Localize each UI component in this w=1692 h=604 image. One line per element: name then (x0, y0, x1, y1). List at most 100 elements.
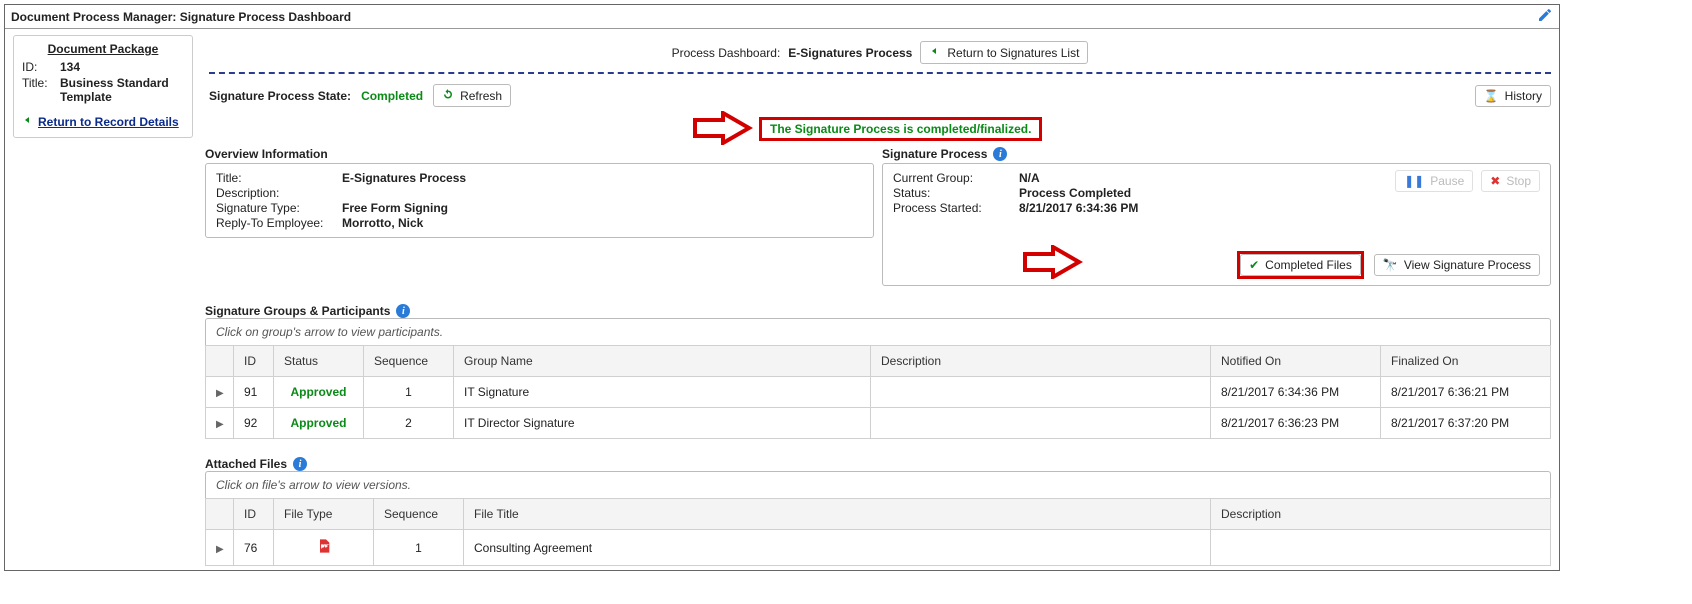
completed-files-button[interactable]: ✔ Completed Files (1240, 254, 1361, 276)
id-label: ID: (22, 60, 56, 74)
back-arrow-icon (22, 114, 34, 129)
pause-label: Pause (1430, 174, 1464, 188)
th-desc: Description (1211, 499, 1551, 530)
files-table: ID File Type Sequence File Title Descrip… (205, 498, 1551, 566)
state-value: Completed (361, 89, 423, 103)
attached-files-section: Attached Files i Click on file's arrow t… (5, 449, 1559, 570)
ov-title: E-Signatures Process (342, 171, 466, 185)
page-title: Document Process Manager: Signature Proc… (11, 10, 351, 24)
annotation-highlight: ✔ Completed Files (1237, 251, 1364, 279)
edit-icon[interactable] (1537, 7, 1553, 26)
expand-toggle[interactable]: ▶ (206, 408, 234, 439)
files-hint: Click on file's arrow to view versions. (205, 471, 1551, 498)
started-label: Process Started: (893, 201, 1013, 215)
signature-process-panel: Signature Process i ❚❚ Pause ✖ Stop Curr… (882, 147, 1551, 286)
pause-icon: ❚❚ (1404, 174, 1424, 188)
overview-heading: Overview Information (205, 147, 874, 161)
ov-sigtype: Free Form Signing (342, 201, 448, 215)
sigproc-heading: Signature Process (882, 147, 987, 161)
chevron-right-icon: ▶ (216, 544, 224, 555)
expand-toggle[interactable]: ▶ (206, 377, 234, 408)
refresh-button[interactable]: Refresh (433, 84, 511, 107)
stop-button[interactable]: ✖ Stop (1481, 170, 1540, 192)
th-seq: Sequence (364, 346, 454, 377)
completed-files-label: Completed Files (1265, 258, 1352, 272)
binoculars-icon: 🔭 (1383, 258, 1398, 272)
info-icon[interactable]: i (396, 304, 410, 318)
th-title: File Title (464, 499, 1211, 530)
cell-filetype (274, 530, 374, 566)
chevron-right-icon: ▶ (216, 388, 224, 399)
refresh-label: Refresh (460, 89, 502, 103)
groups-hint: Click on group's arrow to view participa… (205, 318, 1551, 345)
cell-status: Approved (290, 385, 346, 399)
info-icon[interactable]: i (993, 147, 1007, 161)
dashboard-header: Process Dashboard: E-Signatures Process … (209, 35, 1551, 68)
cell-title: Consulting Agreement (464, 530, 1211, 566)
view-signature-process-label: View Signature Process (1404, 258, 1531, 272)
th-status: Status (274, 346, 364, 377)
cell-notified: 8/21/2017 6:36:23 PM (1211, 408, 1381, 439)
cell-desc (871, 377, 1211, 408)
divider (209, 72, 1551, 74)
overview-panel: Overview Information Title: E-Signatures … (205, 147, 874, 286)
refresh-icon (442, 88, 454, 103)
return-signatures-list-label: Return to Signatures List (947, 46, 1079, 60)
process-name: E-Signatures Process (788, 46, 912, 60)
document-package-panel: Document Package ID:134 Title:Business S… (13, 35, 193, 138)
expand-toggle[interactable]: ▶ (206, 530, 234, 566)
cell-id: 91 (234, 377, 274, 408)
ov-reply-label: Reply-To Employee: (216, 216, 336, 230)
return-signatures-list-button[interactable]: Return to Signatures List (920, 41, 1088, 64)
th-id: ID (234, 499, 274, 530)
status-value: Process Completed (1019, 186, 1131, 200)
return-record-details-link[interactable]: Return to Record Details (22, 114, 184, 129)
files-heading: Attached Files (205, 457, 287, 471)
title-label: Title: (22, 76, 56, 104)
cell-desc (871, 408, 1211, 439)
title-bar: Document Process Manager: Signature Proc… (5, 5, 1559, 29)
cell-name: IT Signature (454, 377, 871, 408)
th-finalized: Finalized On (1381, 346, 1551, 377)
back-arrow-green-icon (929, 45, 941, 60)
cell-name: IT Director Signature (454, 408, 871, 439)
cell-finalized: 8/21/2017 6:37:20 PM (1381, 408, 1551, 439)
table-row: ▶91Approved1IT Signature8/21/2017 6:34:3… (206, 377, 1551, 408)
check-icon: ✔ (1249, 258, 1259, 272)
info-icon[interactable]: i (293, 457, 307, 471)
cell-desc (1211, 530, 1551, 566)
ov-desc-label: Description: (216, 186, 336, 200)
ov-sigtype-label: Signature Type: (216, 201, 336, 215)
chevron-right-icon: ▶ (216, 419, 224, 430)
stop-label: Stop (1506, 174, 1531, 188)
cell-seq: 1 (374, 530, 464, 566)
process-dashboard-label: Process Dashboard: (672, 46, 781, 60)
th-notified: Notified On (1211, 346, 1381, 377)
cell-status: Approved (290, 416, 346, 430)
status-message: The Signature Process is completed/final… (759, 117, 1042, 141)
cell-seq: 1 (364, 377, 454, 408)
group-value: N/A (1019, 171, 1040, 185)
th-name: Group Name (454, 346, 871, 377)
ov-title-label: Title: (216, 171, 336, 185)
ov-reply: Morrotto, Nick (342, 216, 423, 230)
signature-groups-section: Signature Groups & Participants i Click … (5, 296, 1559, 439)
annotation-arrow-icon (693, 111, 753, 148)
started-value: 8/21/2017 6:34:36 PM (1019, 201, 1138, 215)
table-row: ▶92Approved2IT Director Signature8/21/20… (206, 408, 1551, 439)
cell-seq: 2 (364, 408, 454, 439)
th-type: File Type (274, 499, 374, 530)
return-record-details-label: Return to Record Details (38, 115, 179, 129)
status-label: Status: (893, 186, 1013, 200)
cell-id: 76 (234, 530, 274, 566)
state-label: Signature Process State: (209, 89, 351, 103)
th-id: ID (234, 346, 274, 377)
th-seq: Sequence (374, 499, 464, 530)
groups-heading: Signature Groups & Participants (205, 304, 390, 318)
annotation-arrow-icon (1023, 245, 1083, 282)
th-desc: Description (871, 346, 1211, 377)
pdf-icon (316, 543, 332, 557)
view-signature-process-button[interactable]: 🔭 View Signature Process (1374, 254, 1540, 276)
history-button[interactable]: ⌛ History (1475, 85, 1551, 107)
pause-button[interactable]: ❚❚ Pause (1395, 170, 1473, 192)
